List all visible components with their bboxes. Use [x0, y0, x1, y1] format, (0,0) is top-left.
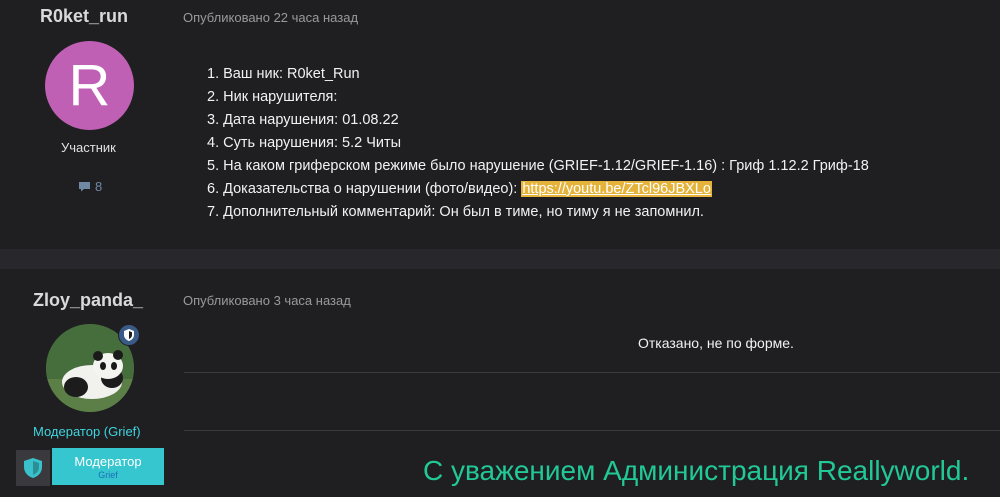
content-line-evidence: 6. Доказательства о нарушении (фото/виде… [207, 178, 869, 201]
content-line: 5. На каком гриферском режиме было наруш… [207, 158, 869, 174]
evidence-link[interactable]: https://youtu.be/ZTcl96JBXLo [521, 181, 712, 197]
divider [184, 430, 1000, 431]
comment-icon [79, 182, 90, 192]
group-badge-sub: Grief [98, 470, 118, 480]
content-line: 3. Дата нарушения: 01.08.22 [207, 112, 399, 128]
author-name[interactable]: Zloy_panda_ [33, 290, 143, 311]
post-date[interactable]: Опубликовано 22 часа назад [183, 10, 358, 25]
author-name[interactable]: R0ket_run [40, 6, 128, 27]
shield-icon [16, 450, 50, 486]
divider [184, 372, 1000, 373]
content-line: 7. Дополнительный комментарий: Он был в … [207, 204, 704, 220]
avatar[interactable]: R [45, 41, 134, 130]
user-role: Модератор (Grief) [33, 424, 141, 439]
post-content: 1. Ваш ник: R0ket_Run 2. Ник нарушителя:… [207, 63, 869, 224]
watermark: С уважением Администрация Reallyworld. [423, 455, 970, 486]
post-1: R0ket_run Опубликовано 22 часа назад R У… [0, 0, 1000, 249]
group-badge: Модератор Grief [52, 448, 164, 485]
moderator-badge-icon[interactable] [118, 324, 140, 346]
post-count-value: 8 [95, 179, 103, 194]
content-line: 4. Суть нарушения: 5.2 Читы [207, 135, 402, 151]
post-separator [0, 249, 1000, 269]
post-count: 8 [78, 179, 102, 194]
content-line: 2. Ник нарушителя: [207, 89, 338, 105]
user-role: Участник [61, 140, 116, 155]
content-line: 1. Ваш ник: R0ket_Run [207, 66, 360, 82]
post-date[interactable]: Опубликовано 3 часа назад [183, 293, 351, 308]
evidence-label: 6. Доказательства о нарушении (фото/виде… [207, 181, 522, 197]
post-content: Отказано, не по форме. [638, 335, 794, 351]
group-badge-title: Модератор [74, 454, 142, 469]
